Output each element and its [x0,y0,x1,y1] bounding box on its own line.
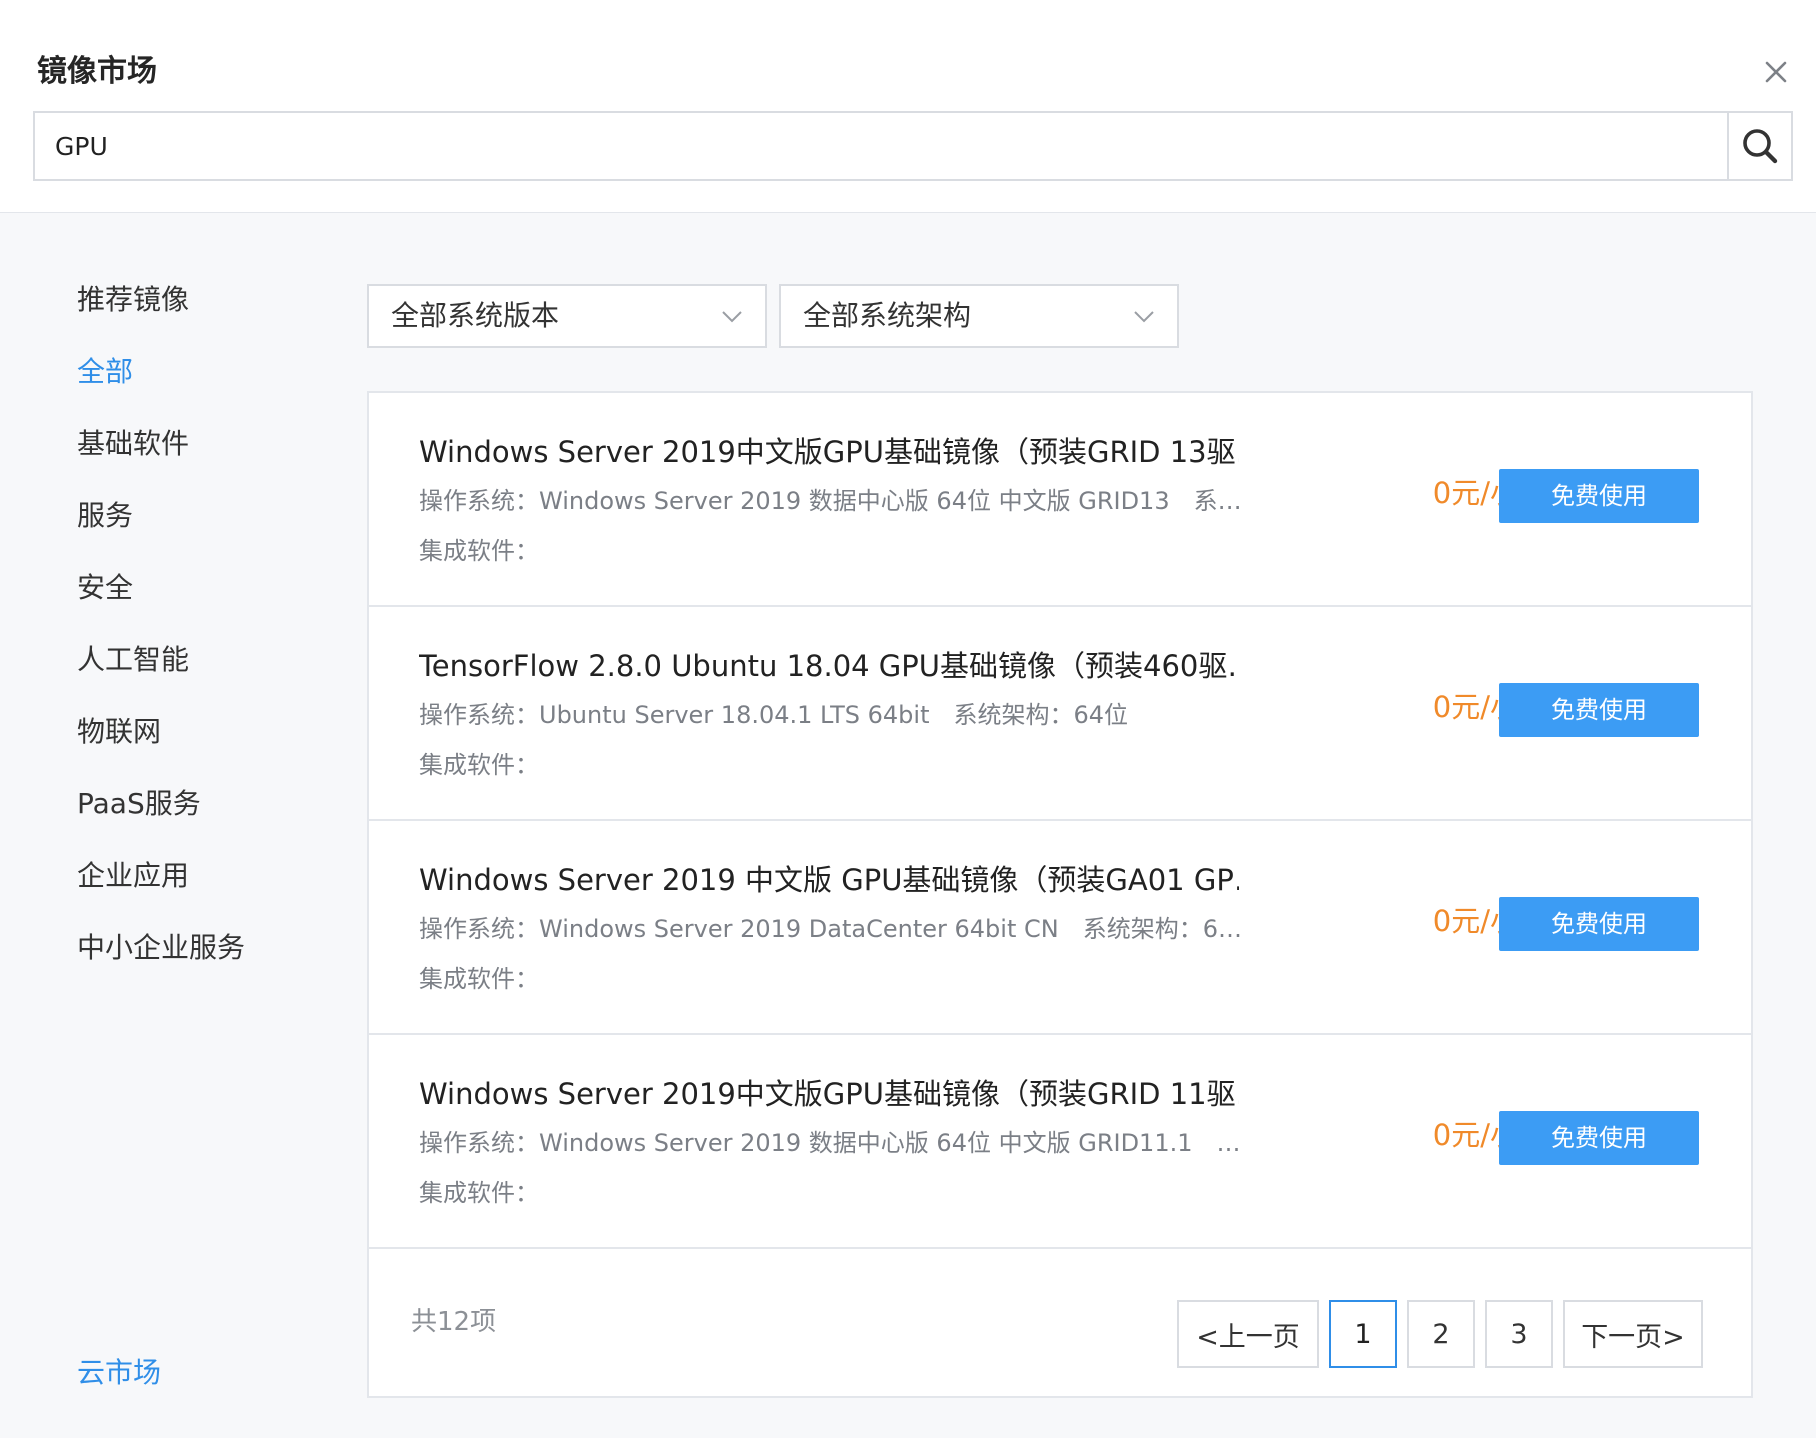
sidebar-item-all[interactable]: 全部 [77,352,133,392]
search-button[interactable] [1727,113,1791,179]
sidebar-item-enterprise[interactable]: 企业应用 [77,856,189,896]
pagination: 共12项 <上一页 1 2 3 下一页> [369,1249,1751,1396]
image-title[interactable]: TensorFlow 2.8.0 Ubuntu 18.04 GPU基础镜像（预装… [419,645,1239,687]
image-title[interactable]: Windows Server 2019中文版GPU基础镜像（预装GRID 13驱… [419,431,1239,473]
cloud-market-link[interactable]: 云市场 [77,1353,161,1393]
dialog-title: 镜像市场 [37,54,157,89]
search-icon [1743,129,1778,164]
search-input[interactable] [35,113,1727,179]
sidebar-item-basic-software[interactable]: 基础软件 [77,424,189,464]
image-title[interactable]: Windows Server 2019中文版GPU基础镜像（预装GRID 11驱… [419,1073,1239,1115]
total-count: 共12项 [411,1307,497,1337]
image-os-info: 操作系统：Windows Server 2019 数据中心版 64位 中文版 G… [419,1129,1241,1157]
free-use-button[interactable]: 免费使用 [1499,683,1699,737]
arch-select-label: 全部系统架构 [803,299,972,332]
sidebar-item-security[interactable]: 安全 [77,568,133,608]
image-title[interactable]: Windows Server 2019 中文版 GPU基础镜像（预装GA01 G… [419,859,1239,901]
version-select-label: 全部系统版本 [391,299,560,332]
image-os-info: 操作系统：Ubuntu Server 18.04.1 LTS 64bit 系统架… [419,701,1129,729]
image-os-info: 操作系统：Windows Server 2019 DataCenter 64bi… [419,915,1242,943]
close-button[interactable] [1756,52,1796,92]
next-page-button[interactable]: 下一页> [1563,1300,1703,1368]
image-os-info: 操作系统：Windows Server 2019 数据中心版 64位 中文版 G… [419,487,1242,515]
image-software-info: 集成软件： [419,751,539,779]
free-use-button-label: 免费使用 [1551,482,1647,510]
chevron-down-icon [721,306,743,326]
free-use-button-label: 免费使用 [1551,910,1647,938]
image-software-info: 集成软件： [419,965,539,993]
chevron-down-icon [1133,306,1155,326]
image-list: Windows Server 2019中文版GPU基础镜像（预装GRID 13驱… [367,391,1753,1398]
list-item: Windows Server 2019 中文版 GPU基础镜像（预装GA01 G… [369,821,1751,1035]
page-2-button[interactable]: 2 [1407,1300,1475,1368]
prev-page-button[interactable]: <上一页 [1177,1300,1319,1368]
list-item: Windows Server 2019中文版GPU基础镜像（预装GRID 13驱… [369,393,1751,607]
free-use-button[interactable]: 免费使用 [1499,1111,1699,1165]
dialog-header: 镜像市场 [0,0,1816,213]
sidebar-item-recommended[interactable]: 推荐镜像 [77,280,189,320]
free-use-button-label: 免费使用 [1551,1124,1647,1152]
page-1-button[interactable]: 1 [1329,1300,1397,1368]
version-select[interactable]: 全部系统版本 [367,284,767,348]
list-item: TensorFlow 2.8.0 Ubuntu 18.04 GPU基础镜像（预装… [369,607,1751,821]
category-sidebar: 推荐镜像 全部 基础软件 服务 安全 人工智能 物联网 PaaS服务 企业应用 … [0,214,340,1438]
free-use-button[interactable]: 免费使用 [1499,469,1699,523]
sidebar-item-sme[interactable]: 中小企业服务 [77,928,245,968]
list-item: Windows Server 2019中文版GPU基础镜像（预装GRID 11驱… [369,1035,1751,1249]
search-box [33,111,1793,181]
free-use-button-label: 免费使用 [1551,696,1647,724]
arch-select[interactable]: 全部系统架构 [779,284,1179,348]
image-software-info: 集成软件： [419,1179,539,1207]
free-use-button[interactable]: 免费使用 [1499,897,1699,951]
sidebar-item-services[interactable]: 服务 [77,496,133,536]
image-software-info: 集成软件： [419,537,539,565]
close-icon [1765,61,1787,83]
sidebar-item-ai[interactable]: 人工智能 [77,640,189,680]
sidebar-item-paas[interactable]: PaaS服务 [77,784,201,824]
sidebar-item-iot[interactable]: 物联网 [77,712,161,752]
page-3-button[interactable]: 3 [1485,1300,1553,1368]
